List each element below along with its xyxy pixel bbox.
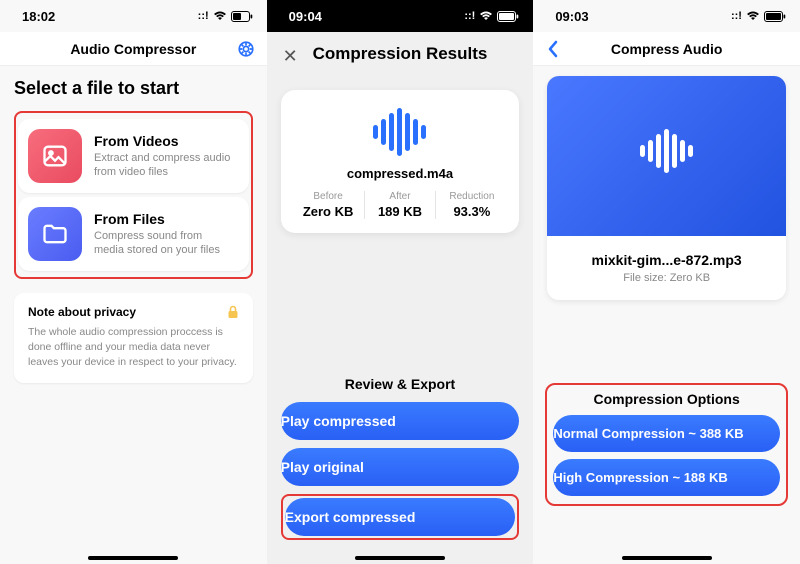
- navbar: Compress Audio: [533, 32, 800, 66]
- battery-icon: [231, 11, 253, 22]
- preview-info: mixkit-gim...e-872.mp3 File size: Zero K…: [547, 236, 786, 300]
- nav-title: Audio Compressor: [70, 41, 196, 57]
- status-icons: ::!: [464, 10, 519, 22]
- option-from-videos[interactable]: From Videos Extract and compress audio f…: [18, 119, 249, 193]
- privacy-title: Note about privacy: [28, 305, 136, 319]
- stat-label: After: [371, 191, 430, 202]
- stat-before: Before Zero KB: [293, 191, 364, 219]
- wifi-icon: [479, 11, 493, 21]
- close-icon[interactable]: ✕: [283, 46, 298, 67]
- waveform-icon: [293, 108, 508, 156]
- image-icon: [28, 129, 82, 183]
- lock-icon: [227, 305, 239, 319]
- navbar: Audio Compressor: [0, 32, 267, 66]
- home-indicator[interactable]: [622, 556, 712, 560]
- status-bar: 18:02 ::!: [0, 0, 267, 32]
- stat-after: After 189 KB: [364, 191, 436, 219]
- nav-title: Compression Results: [313, 44, 488, 64]
- privacy-card: Note about privacy The whole audio compr…: [14, 293, 253, 383]
- option-title: From Videos: [94, 133, 235, 149]
- option-subtitle: Extract and compress audio from video fi…: [94, 151, 235, 180]
- privacy-header: Note about privacy: [28, 305, 239, 319]
- cellular-icon: ::!: [464, 10, 475, 22]
- options-highlight: From Videos Extract and compress audio f…: [14, 111, 253, 279]
- nav-title: Compress Audio: [611, 41, 723, 57]
- play-compressed-button[interactable]: Play compressed: [281, 402, 520, 440]
- options-heading: Compression Options: [553, 391, 780, 407]
- battery-icon: [764, 11, 786, 22]
- normal-compression-button[interactable]: Normal Compression ~ 388 KB: [553, 415, 780, 452]
- stat-value: Zero KB: [299, 204, 358, 219]
- battery-icon: [497, 11, 519, 22]
- result-card: compressed.m4a Before Zero KB After 189 …: [281, 90, 520, 233]
- settings-icon[interactable]: [237, 40, 255, 58]
- option-text: From Videos Extract and compress audio f…: [94, 133, 235, 180]
- screen-2: 09:04 ::! ✕ Compression Results compress…: [267, 0, 534, 564]
- option-text: From Files Compress sound from media sto…: [94, 211, 235, 258]
- stats-row: Before Zero KB After 189 KB Reduction 93…: [293, 191, 508, 219]
- stat-reduction: Reduction 93.3%: [435, 191, 507, 219]
- cellular-icon: ::!: [198, 10, 209, 22]
- export-compressed-button[interactable]: Export compressed: [285, 498, 516, 536]
- status-time: 09:03: [555, 9, 588, 24]
- status-icons: ::!: [731, 10, 786, 22]
- review-section: Review & Export: [267, 366, 534, 402]
- file-name: compressed.m4a: [293, 166, 508, 181]
- privacy-body: The whole audio compression proccess is …: [28, 325, 239, 371]
- status-bar: 09:04 ::!: [267, 0, 534, 32]
- preview-artwork: [547, 76, 786, 236]
- wifi-icon: [746, 11, 760, 21]
- main-content: Select a file to start From Videos Extra…: [0, 66, 267, 395]
- stat-label: Before: [299, 191, 358, 202]
- navbar: ✕ Compression Results: [267, 32, 534, 72]
- heading: Select a file to start: [14, 78, 253, 99]
- option-from-files[interactable]: From Files Compress sound from media sto…: [18, 197, 249, 271]
- export-highlight: Export compressed: [281, 494, 520, 540]
- preview-card: mixkit-gim...e-872.mp3 File size: Zero K…: [547, 76, 786, 300]
- option-title: From Files: [94, 211, 235, 227]
- review-heading: Review & Export: [281, 376, 520, 392]
- option-subtitle: Compress sound from media stored on your…: [94, 229, 235, 258]
- waveform-icon: [640, 129, 693, 173]
- stat-value: 93.3%: [442, 204, 501, 219]
- status-icons: ::!: [198, 10, 253, 22]
- stat-label: Reduction: [442, 191, 501, 202]
- play-original-button[interactable]: Play original: [281, 448, 520, 486]
- options-highlight: Compression Options Normal Compression ~…: [545, 383, 788, 506]
- status-time: 09:04: [289, 9, 322, 24]
- home-indicator[interactable]: [355, 556, 445, 560]
- home-indicator[interactable]: [88, 556, 178, 560]
- file-name: mixkit-gim...e-872.mp3: [557, 252, 776, 268]
- screen-3: 09:03 ::! Compress Audio mixkit-gim...e-…: [533, 0, 800, 564]
- folder-icon: [28, 207, 82, 261]
- back-icon[interactable]: [547, 40, 559, 58]
- wifi-icon: [213, 11, 227, 21]
- file-size: File size: Zero KB: [557, 272, 776, 284]
- cellular-icon: ::!: [731, 10, 742, 22]
- screen-1: 18:02 ::! Audio Compressor Select a file…: [0, 0, 267, 564]
- status-bar: 09:03 ::!: [533, 0, 800, 32]
- status-time: 18:02: [22, 9, 55, 24]
- high-compression-button[interactable]: High Compression ~ 188 KB: [553, 459, 780, 496]
- stat-value: 189 KB: [371, 204, 430, 219]
